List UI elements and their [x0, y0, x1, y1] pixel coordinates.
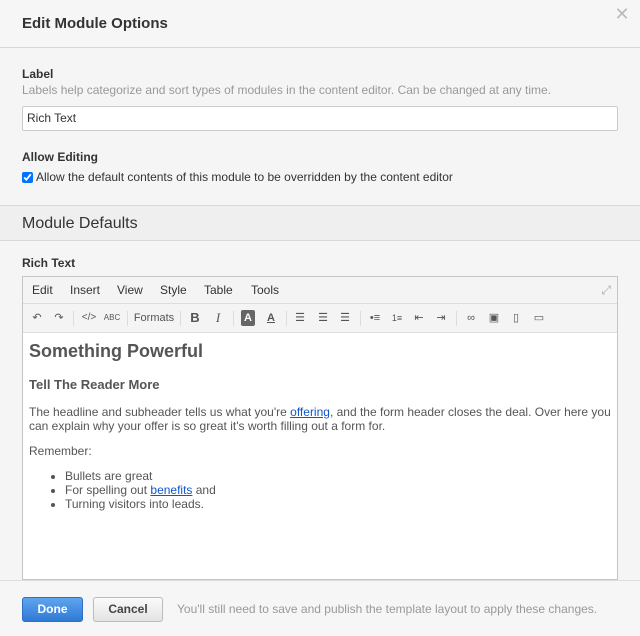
text-color-button[interactable]: A [264, 310, 278, 326]
list-item: Bullets are great [65, 469, 216, 483]
label-field-help: Labels help categorize and sort types of… [22, 83, 552, 97]
outdent-icon[interactable]: ⇤ [412, 310, 426, 326]
cancel-button[interactable]: Cancel [93, 597, 163, 622]
formats-dropdown[interactable]: Formats [133, 310, 175, 326]
allow-editing-row: Allow the default contents of this modul… [22, 170, 453, 184]
done-button[interactable]: Done [22, 597, 83, 622]
module-options-form: Label Labels help categorize and sort ty… [0, 48, 640, 205]
menu-table[interactable]: Table [204, 283, 233, 297]
editor-menubar: Edit Insert View Style Table Tools ⤢ [23, 277, 617, 304]
list-item: Turning visitors into leads. [65, 497, 216, 511]
menu-view[interactable]: View [117, 283, 143, 297]
rich-text-label: Rich Text [22, 256, 76, 270]
fullscreen-icon[interactable]: ⤢ [601, 283, 611, 298]
content-heading-2: Tell The Reader More [29, 377, 160, 392]
rich-text-editor: Edit Insert View Style Table Tools ⤢ ↶ ↷… [22, 276, 618, 580]
toolbar-separator [456, 311, 457, 326]
toolbar-separator [233, 311, 234, 326]
align-left-icon[interactable]: ☰ [293, 310, 307, 326]
numbered-list-icon[interactable]: 1≡ [390, 310, 404, 326]
list-item: For spelling out benefits and [65, 483, 216, 497]
dialog-title: Edit Module Options [22, 15, 168, 32]
align-center-icon[interactable]: ☰ [316, 310, 330, 326]
menu-style[interactable]: Style [160, 283, 187, 297]
module-defaults-section: Module Defaults [0, 205, 640, 241]
content-heading-1: Something Powerful [29, 341, 204, 361]
bullet-list-icon[interactable]: •≡ [368, 310, 382, 326]
indent-icon[interactable]: ⇥ [434, 310, 448, 326]
menu-tools[interactable]: Tools [251, 283, 279, 297]
link-icon[interactable]: ∞ [464, 310, 478, 326]
toolbar-separator [360, 311, 361, 326]
toolbar-separator [286, 311, 287, 326]
content-remember: Remember: [29, 444, 92, 458]
label-field-label: Label [22, 67, 54, 81]
source-code-icon[interactable]: </> [80, 310, 98, 326]
toolbar-separator [73, 311, 74, 326]
label-input[interactable]: Rich Text [22, 106, 618, 131]
toolbar-separator [127, 311, 128, 326]
benefits-link[interactable]: benefits [150, 483, 192, 497]
background-color-button[interactable]: A [241, 310, 255, 326]
dialog-footer: Done Cancel You'll still need to save an… [0, 580, 640, 636]
undo-icon[interactable]: ↶ [30, 310, 44, 326]
spellcheck-icon[interactable]: ABC [103, 310, 121, 326]
content-bullet-list: Bullets are great For spelling out benef… [65, 469, 216, 511]
menu-edit[interactable]: Edit [32, 283, 53, 297]
button-icon[interactable]: ▭ [531, 310, 547, 326]
section-title: Module Defaults [22, 215, 138, 232]
allow-editing-checkbox[interactable] [22, 171, 33, 183]
italic-button[interactable]: I [211, 310, 225, 326]
bold-button[interactable]: B [188, 310, 202, 326]
toolbar-separator [180, 311, 181, 326]
editor-toolbar: ↶ ↷ </> ABC Formats B I A A ☰ ☰ ☰ •≡ 1≡ … [23, 304, 617, 333]
content-paragraph: The headline and subheader tells us what… [29, 405, 611, 433]
allow-editing-checkbox-label: Allow the default contents of this modul… [36, 170, 453, 184]
align-right-icon[interactable]: ☰ [338, 310, 352, 326]
dialog-header: Edit Module Options ✕ [0, 0, 640, 48]
footer-note: You'll still need to save and publish th… [177, 602, 598, 616]
image-icon[interactable]: ▣ [487, 310, 501, 326]
redo-icon[interactable]: ↷ [52, 310, 66, 326]
close-icon[interactable]: ✕ [614, 5, 630, 23]
allow-editing-label: Allow Editing [22, 150, 98, 164]
menu-insert[interactable]: Insert [70, 283, 100, 297]
document-icon[interactable]: ▯ [509, 310, 523, 326]
offering-link[interactable]: offering [290, 405, 330, 419]
